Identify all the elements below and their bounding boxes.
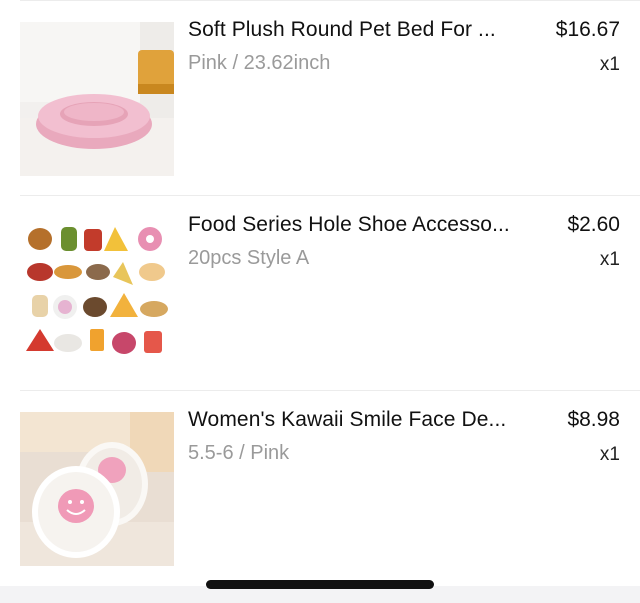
product-price: $16.67 bbox=[555, 18, 620, 41]
product-image-slippers[interactable] bbox=[20, 412, 174, 566]
product-quantity[interactable]: x1 bbox=[600, 444, 620, 466]
product-title[interactable]: Women's Kawaii Smile Face De... bbox=[188, 408, 533, 432]
cart-item-slippers[interactable]: Women's Kawaii Smile Face De... 5.5-6 / … bbox=[0, 390, 640, 585]
product-title[interactable]: Food Series Hole Shoe Accesso... bbox=[188, 213, 533, 237]
product-quantity[interactable]: x1 bbox=[600, 54, 620, 76]
product-quantity[interactable]: x1 bbox=[600, 249, 620, 271]
product-price: $8.98 bbox=[567, 408, 620, 431]
cart-item-shoe-charms[interactable]: Food Series Hole Shoe Accesso... 20pcs S… bbox=[0, 195, 640, 390]
product-title[interactable]: Soft Plush Round Pet Bed For ... bbox=[188, 18, 533, 42]
product-image-pet-bed[interactable] bbox=[20, 22, 174, 176]
product-price: $2.60 bbox=[567, 213, 620, 236]
home-indicator[interactable] bbox=[206, 580, 434, 589]
product-variant[interactable]: 5.5-6 / Pink bbox=[188, 442, 289, 465]
cart-item-pet-bed[interactable]: Soft Plush Round Pet Bed For ... Pink / … bbox=[0, 0, 640, 195]
product-variant[interactable]: Pink / 23.62inch bbox=[188, 52, 330, 75]
product-variant[interactable]: 20pcs Style A bbox=[188, 247, 309, 270]
cart-item-list: Soft Plush Round Pet Bed For ... Pink / … bbox=[0, 0, 640, 603]
product-image-shoe-charms[interactable] bbox=[20, 217, 174, 371]
